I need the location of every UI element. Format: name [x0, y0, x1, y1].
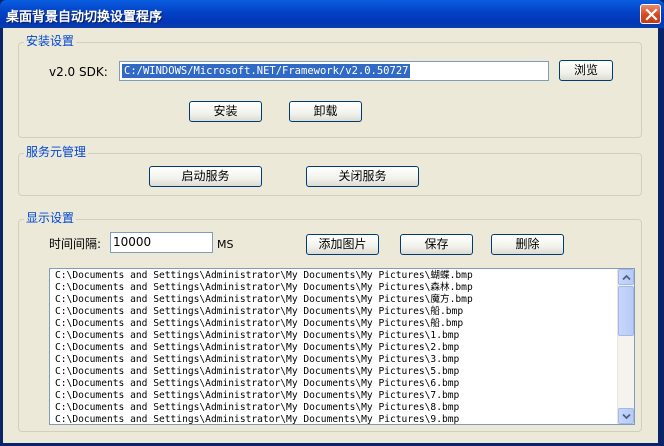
scroll-down-button[interactable]	[618, 408, 634, 424]
service-management-title: 服务元管理	[24, 145, 89, 159]
list-item[interactable]: C:\Documents and Settings\Administrator\…	[55, 270, 620, 282]
client-area: 安装设置 v2.0 SDK: C:/WINDOWS/Microsoft.NET/…	[3, 28, 658, 443]
sdk-path-value: C:/WINDOWS/Microsoft.NET/Framework/v2.0.…	[122, 64, 411, 78]
title-bar[interactable]: 桌面背景自动切换设置程序	[0, 0, 664, 28]
list-item[interactable]: C:\Documents and Settings\Administrator\…	[55, 366, 620, 378]
interval-input[interactable]: 10000	[110, 232, 213, 253]
install-settings-group	[18, 42, 642, 138]
scroll-thumb[interactable]	[618, 286, 634, 336]
display-settings-title: 显示设置	[24, 211, 77, 225]
browse-button[interactable]: 浏览	[559, 60, 613, 81]
add-image-button[interactable]: 添加图片	[306, 234, 379, 255]
save-button[interactable]: 保存	[400, 234, 473, 255]
sdk-label: v2.0 SDK:	[49, 65, 108, 79]
window-title: 桌面背景自动切换设置程序	[6, 10, 163, 25]
list-item[interactable]: C:\Documents and Settings\Administrator\…	[55, 390, 620, 402]
list-item[interactable]: C:\Documents and Settings\Administrator\…	[55, 378, 620, 390]
list-item[interactable]: C:\Documents and Settings\Administrator\…	[55, 354, 620, 366]
sdk-path-field[interactable]: C:/WINDOWS/Microsoft.NET/Framework/v2.0.…	[119, 61, 549, 81]
list-item[interactable]: C:\Documents and Settings\Administrator\…	[55, 402, 620, 414]
list-item[interactable]: C:\Documents and Settings\Administrator\…	[55, 414, 620, 424]
interval-label: 时间间隔:	[49, 237, 102, 251]
main-window: 桌面背景自动切换设置程序 安装设置 v2.0 SDK: C:/WINDOWS/M…	[0, 0, 664, 446]
uninstall-button[interactable]: 卸载	[289, 101, 362, 122]
list-item[interactable]: C:\Documents and Settings\Administrator\…	[55, 294, 620, 306]
list-item[interactable]: C:\Documents and Settings\Administrator\…	[55, 282, 620, 294]
delete-button[interactable]: 删除	[491, 234, 564, 255]
scroll-up-button[interactable]	[618, 269, 634, 285]
image-list-scrollbar[interactable]	[617, 269, 634, 424]
start-service-button[interactable]: 启动服务	[149, 166, 262, 187]
image-list[interactable]: C:\Documents and Settings\Administrator\…	[49, 268, 635, 425]
list-item[interactable]: C:\Documents and Settings\Administrator\…	[55, 306, 620, 318]
list-item[interactable]: C:\Documents and Settings\Administrator\…	[55, 330, 620, 342]
install-button[interactable]: 安装	[189, 101, 262, 122]
install-settings-title: 安装设置	[24, 34, 77, 48]
chevron-up-icon	[622, 274, 631, 281]
list-item[interactable]: C:\Documents and Settings\Administrator\…	[55, 318, 620, 330]
list-item[interactable]: C:\Documents and Settings\Administrator\…	[55, 342, 620, 354]
close-icon	[645, 8, 658, 21]
chevron-down-icon	[622, 413, 631, 420]
interval-unit-label: MS	[217, 238, 234, 251]
stop-service-button[interactable]: 关闭服务	[306, 166, 419, 187]
close-button[interactable]	[640, 4, 661, 24]
image-list-items: C:\Documents and Settings\Administrator\…	[55, 270, 620, 424]
